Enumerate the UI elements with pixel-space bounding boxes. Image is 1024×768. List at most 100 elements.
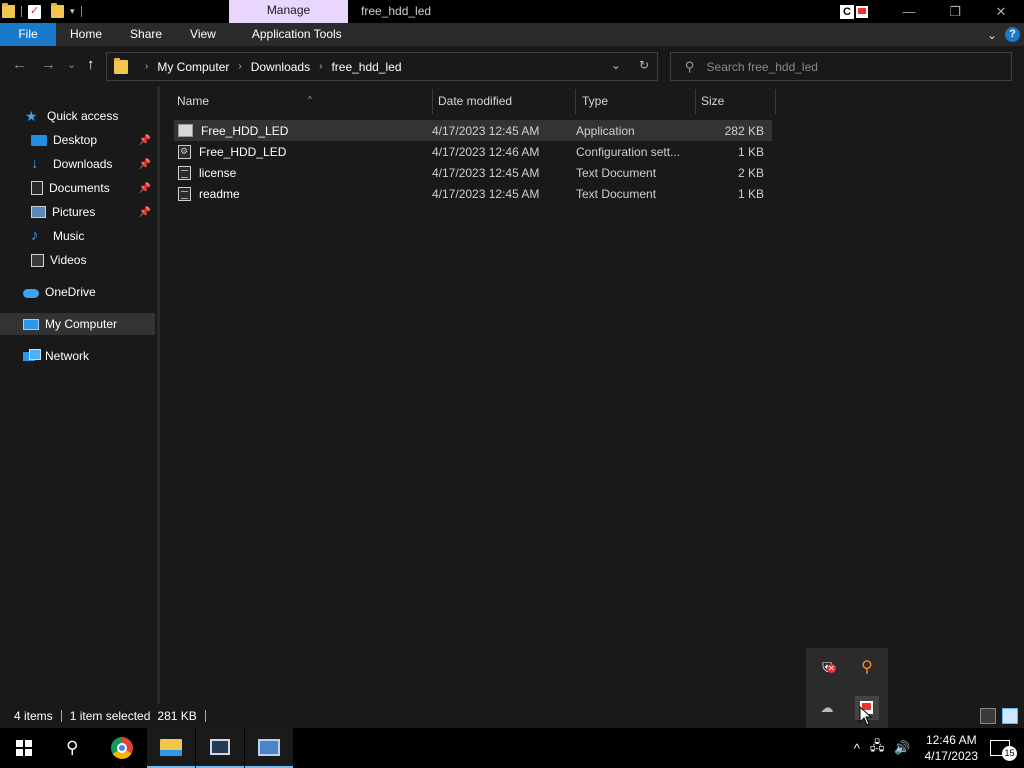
table-row[interactable]: license 4/17/2023 12:45 AM Text Document… <box>174 162 772 183</box>
address-bar[interactable]: › My Computer › Downloads › free_hdd_led… <box>106 52 658 81</box>
file-explorer-icon <box>160 738 182 756</box>
text-file-icon <box>178 165 191 180</box>
table-row[interactable]: readme 4/17/2023 12:45 AM Text Document … <box>174 183 772 204</box>
expand-ribbon-icon[interactable]: ⌄ <box>987 28 997 42</box>
taskbar-remote-desktop[interactable] <box>245 728 293 768</box>
restore-button[interactable]: ❐ <box>932 0 978 23</box>
table-row[interactable]: Free_HDD_LED 4/17/2023 12:46 AM Configur… <box>174 141 772 162</box>
minimize-button[interactable]: — <box>886 0 932 23</box>
sidebar-item-quick-access[interactable]: ★ Quick access <box>0 105 155 127</box>
action-center-icon[interactable]: 15 <box>990 740 1017 761</box>
sidebar-item-videos[interactable]: Videos <box>0 249 155 271</box>
application-icon <box>178 124 193 137</box>
search-box[interactable]: ⚲ Search free_hdd_led <box>670 52 1012 81</box>
status-divider <box>204 710 206 722</box>
taskbar-chrome[interactable] <box>98 728 146 768</box>
close-button[interactable]: ✕ <box>978 0 1024 23</box>
manage-context-tab[interactable]: Manage <box>229 0 348 23</box>
desktop-icon <box>31 134 47 146</box>
up-arrow-icon[interactable]: ↑ <box>87 56 95 73</box>
file-type: Configuration sett... <box>576 144 681 159</box>
computer-icon <box>23 318 39 330</box>
sort-ascending-icon: ^ <box>308 95 312 104</box>
show-hidden-icons-chevron-icon[interactable]: ^ <box>854 741 860 756</box>
details-view-icon[interactable] <box>980 708 996 724</box>
column-headers: Name ^ Date modified Type Size <box>160 86 776 116</box>
refresh-icon[interactable]: ↻ <box>639 58 649 72</box>
pictures-icon <box>31 206 46 218</box>
pin-icon[interactable]: 📌 <box>139 183 151 194</box>
onedrive-icon <box>23 289 39 298</box>
hdd-led-icon <box>856 5 868 18</box>
start-button[interactable] <box>0 728 48 768</box>
forward-arrow-icon[interactable]: → <box>41 56 56 73</box>
sidebar-item-label: Desktop <box>53 133 98 147</box>
status-divider <box>60 710 62 722</box>
sidebar-item-onedrive[interactable]: OneDrive <box>0 281 155 303</box>
onedrive-offline-icon[interactable]: ☁ <box>817 698 837 718</box>
file-name: readme <box>199 186 240 201</box>
sidebar-item-documents[interactable]: Documents 📌 <box>0 177 155 199</box>
address-dropdown-icon[interactable]: ⌄ <box>611 58 621 72</box>
file-name: license <box>199 165 237 180</box>
tab-application-tools[interactable]: Application Tools <box>238 23 356 46</box>
navigation-pane: ★ Quick access Desktop 📌 ↓ Downloads 📌 D… <box>0 86 157 704</box>
back-arrow-icon[interactable]: ← <box>12 56 27 73</box>
chevron-right-icon[interactable]: › <box>238 61 241 72</box>
column-header-type[interactable]: Type <box>576 89 696 114</box>
file-size: 2 KB <box>737 165 764 180</box>
search-placeholder: Search free_hdd_led <box>706 59 818 74</box>
sidebar-item-pictures[interactable]: Pictures 📌 <box>0 201 155 223</box>
breadcrumb-downloads[interactable]: Downloads <box>251 60 310 74</box>
breadcrumb-free-hdd-led[interactable]: free_hdd_led <box>331 60 401 74</box>
customize-toolbar-dropdown[interactable]: ▾ <box>70 6 75 17</box>
sidebar-item-desktop[interactable]: Desktop 📌 <box>0 129 155 151</box>
column-header-size[interactable]: Size <box>695 89 776 114</box>
breadcrumb-my-computer[interactable]: My Computer <box>157 60 229 74</box>
properties-icon[interactable] <box>28 4 41 19</box>
recent-locations-chevron-icon[interactable]: ⌄ <box>67 58 76 71</box>
sidebar-item-label: OneDrive <box>45 285 96 299</box>
taskbar-media-app[interactable] <box>196 728 244 768</box>
clock[interactable]: 12:46 AM 4/17/2023 <box>925 732 978 764</box>
clock-time: 12:46 AM <box>925 733 977 747</box>
tab-view[interactable]: View <box>176 23 230 46</box>
pin-icon[interactable]: 📌 <box>139 135 151 146</box>
file-name: Free_HDD_LED <box>199 144 287 159</box>
file-date: 4/17/2023 12:45 AM <box>432 165 540 180</box>
taskbar-file-explorer[interactable] <box>147 728 195 768</box>
file-date: 4/17/2023 12:45 AM <box>432 123 540 138</box>
help-icon[interactable]: ? <box>1005 27 1020 42</box>
sidebar-item-network[interactable]: Network <box>0 345 155 367</box>
sidebar-item-downloads[interactable]: ↓ Downloads 📌 <box>0 153 155 175</box>
music-icon: ♪ <box>31 227 39 244</box>
volume-icon[interactable]: 🔊 <box>894 740 910 756</box>
tab-share[interactable]: Share <box>116 23 176 46</box>
sidebar-item-music[interactable]: ♪ Music <box>0 225 155 247</box>
document-icon <box>31 181 43 195</box>
pin-icon[interactable]: 📌 <box>139 159 151 170</box>
sidebar-item-my-computer[interactable]: My Computer <box>0 313 155 335</box>
column-header-name[interactable]: Name ^ <box>171 89 433 114</box>
navigation-bar: ← → ⌄ ↑ › My Computer › Downloads › free… <box>0 46 1024 86</box>
new-folder-icon[interactable] <box>51 3 64 18</box>
search-tool-icon[interactable]: ⚲ <box>857 658 877 678</box>
selection-size: 281 KB <box>157 709 197 723</box>
file-date: 4/17/2023 12:46 AM <box>432 144 540 159</box>
pin-icon[interactable]: 📌 <box>139 207 151 218</box>
sidebar-item-label: My Computer <box>45 317 118 331</box>
column-header-date-modified[interactable]: Date modified <box>432 89 576 114</box>
security-shield-icon[interactable]: ⛨ <box>817 658 837 678</box>
tab-file[interactable]: File <box>0 23 56 46</box>
table-row[interactable]: Free_HDD_LED 4/17/2023 12:45 AM Applicat… <box>174 120 772 141</box>
film-icon <box>210 739 230 755</box>
network-status-icon[interactable]: 🖧 <box>870 737 885 759</box>
folder-icon <box>2 3 15 18</box>
tab-home[interactable]: Home <box>56 23 116 46</box>
chevron-right-icon[interactable]: › <box>145 61 148 72</box>
taskbar-search-button[interactable]: ⚲ <box>48 728 96 768</box>
large-icons-view-icon[interactable] <box>1002 708 1018 724</box>
file-list-pane: Name ^ Date modified Type Size Free_HDD_… <box>160 86 1024 704</box>
chevron-right-icon[interactable]: › <box>319 61 322 72</box>
text-file-icon <box>178 186 191 201</box>
